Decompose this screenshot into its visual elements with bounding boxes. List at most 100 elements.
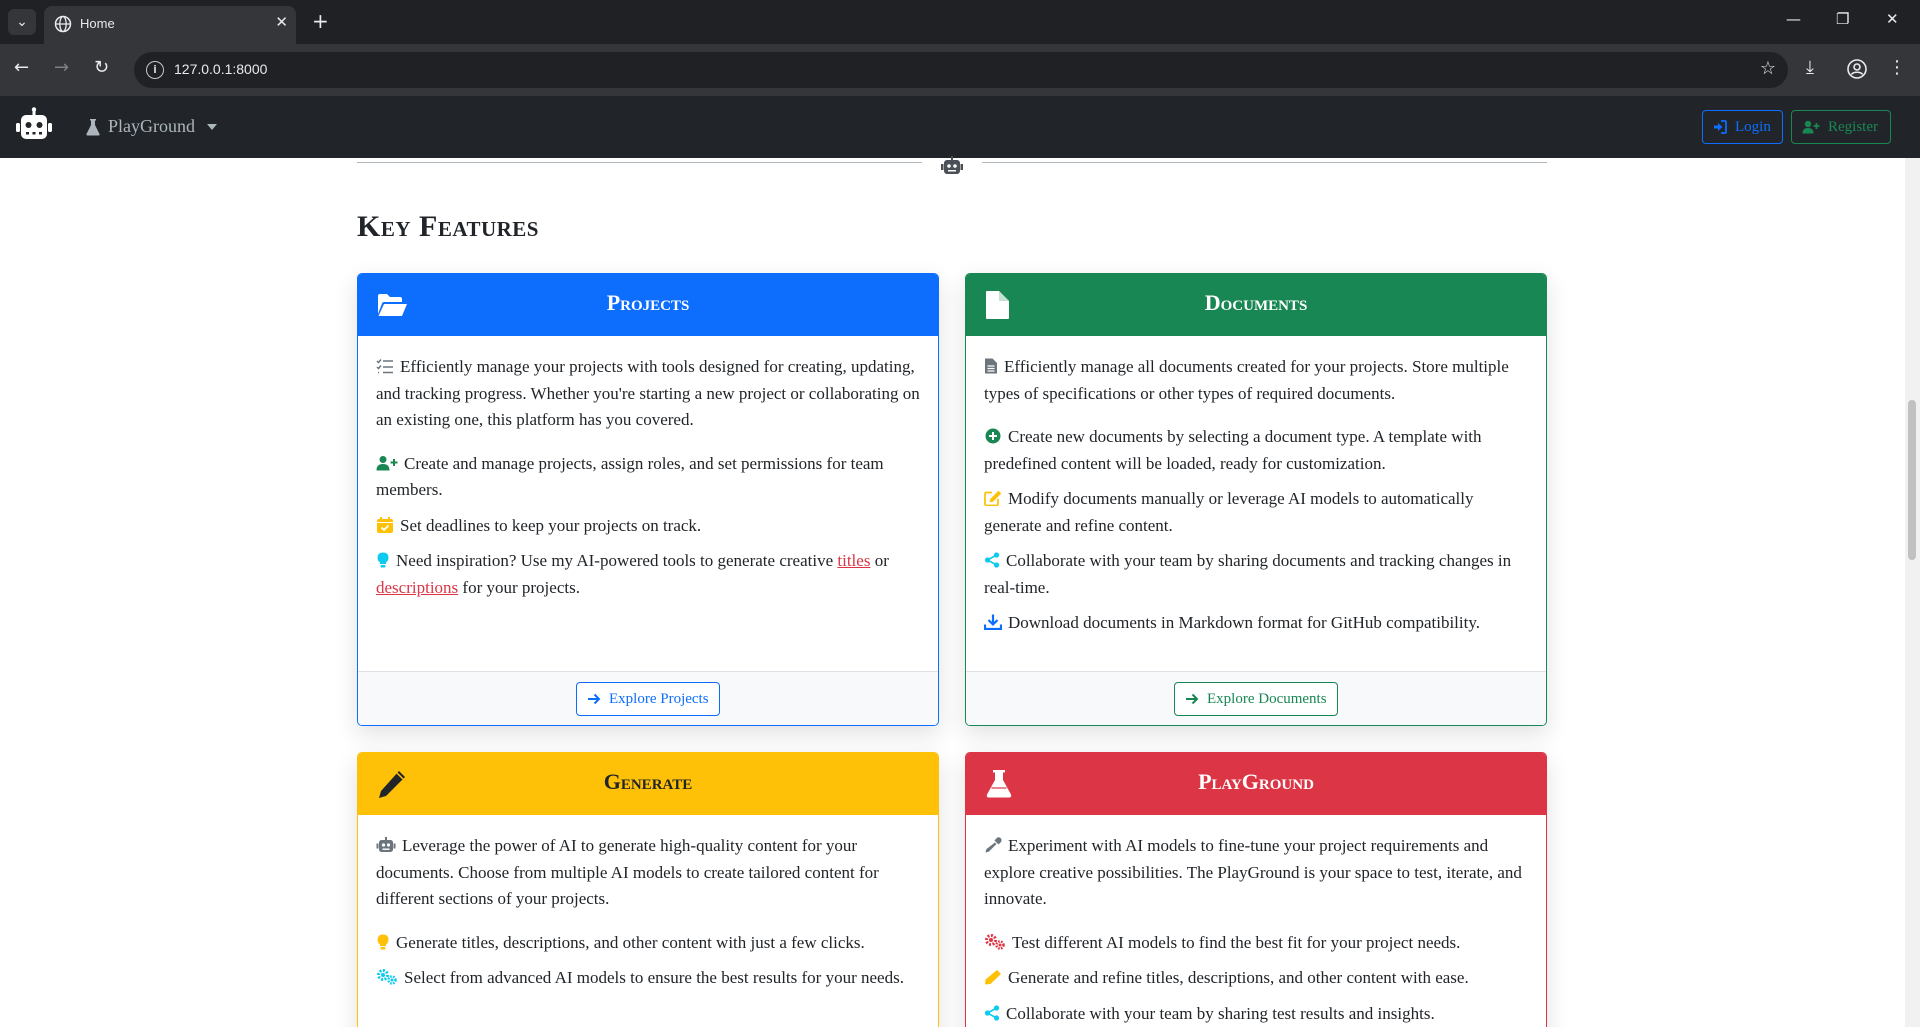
projects-item-inspiration: Need inspiration? Use my AI-powered tool… [376, 548, 920, 601]
gears-icon [985, 933, 1005, 950]
playground-card: PlayGround Experiment with AI models to … [965, 752, 1547, 1027]
arrow-right-icon [588, 693, 601, 705]
download-icon[interactable]: ⤓ [1806, 57, 1814, 78]
generate-card: Generate Leverage the power of AI to gen… [357, 752, 939, 1027]
bookmark-star-icon[interactable]: ☆ [1760, 58, 1776, 79]
window-close-button[interactable]: ✕ [1886, 10, 1899, 28]
gears-icon [377, 969, 397, 985]
pencil-icon [985, 970, 1001, 985]
projects-item-deadlines: Set deadlines to keep your projects on t… [376, 513, 920, 540]
address-bar[interactable]: i 127.0.0.1:8000 ☆ [134, 52, 1788, 88]
projects-intro: Efficiently manage your projects with to… [376, 354, 920, 434]
documents-item-modify: Modify documents manually or leverage AI… [984, 486, 1528, 539]
plus-circle-icon [985, 428, 1001, 444]
list-check-icon [376, 359, 393, 374]
documents-intro: Efficiently manage all documents created… [984, 354, 1528, 407]
file-lines-icon [985, 358, 997, 374]
restore-button[interactable]: ❐ [1836, 10, 1849, 28]
user-plus-icon [376, 455, 398, 470]
generate-item-models-text: Select from advanced AI models to ensure… [404, 968, 904, 987]
descriptions-link[interactable]: descriptions [376, 578, 458, 597]
browser-menu-icon[interactable]: ⋮ [1888, 57, 1906, 78]
playground-card-body: Experiment with AI models to fine-tune y… [966, 815, 1546, 1027]
flask-icon [86, 118, 100, 135]
projects-item-roles: Create and manage projects, assign roles… [376, 451, 920, 504]
playground-card-header: PlayGround [966, 753, 1546, 815]
login-button[interactable]: Login [1702, 110, 1783, 144]
sign-in-icon [1714, 120, 1727, 134]
generate-item-titles-text: Generate titles, descriptions, and other… [396, 932, 865, 952]
projects-item-inspiration-mid: or [870, 551, 889, 570]
forward-arrow-icon[interactable]: → [54, 57, 69, 78]
playground-dropdown[interactable]: PlayGround [86, 116, 217, 137]
documents-item-download-text: Download documents in Markdown format fo… [1008, 613, 1480, 632]
section-divider-right [982, 162, 1547, 163]
documents-item-collaborate-text: Collaborate with your team by sharing do… [984, 551, 1512, 597]
lightbulb-icon [377, 934, 389, 949]
explore-documents-label: Explore Documents [1207, 690, 1327, 707]
browser-tab[interactable]: Home ✕ [44, 6, 296, 44]
projects-item-roles-text: Create and manage projects, assign roles… [376, 453, 884, 500]
key-features-heading: Key Features [357, 210, 539, 243]
titles-link[interactable]: titles [837, 551, 870, 570]
browser-toolbar: ← → ↻ i 127.0.0.1:8000 ☆ ⤓ ⋮ [0, 44, 1920, 96]
arrow-right-icon [1186, 693, 1199, 705]
playground-intro: Experiment with AI models to fine-tune y… [984, 833, 1528, 913]
documents-item-collaborate: Collaborate with your team by sharing do… [984, 548, 1528, 601]
documents-card-body: Efficiently manage all documents created… [966, 336, 1546, 637]
minimize-button[interactable]: — [1786, 10, 1801, 28]
tab-close-icon[interactable]: ✕ [275, 13, 288, 31]
new-tab-button[interactable]: + [312, 9, 329, 33]
caret-down-icon [207, 123, 217, 130]
lightbulb-icon [377, 552, 389, 568]
explore-projects-button[interactable]: Explore Projects [576, 682, 720, 716]
section-divider-left [357, 162, 922, 163]
documents-intro-text: Efficiently manage all documents created… [984, 357, 1509, 403]
robot-icon [376, 837, 396, 852]
eye-dropper-icon [985, 837, 1002, 853]
playground-intro-text: Experiment with AI models to fine-tune y… [984, 836, 1522, 908]
tab-search-button[interactable]: ⌄ [8, 9, 36, 35]
register-button[interactable]: Register [1791, 110, 1891, 144]
projects-item-inspiration-pre: Need inspiration? Use my AI-powered tool… [396, 551, 838, 570]
projects-card-title: Projects [606, 290, 690, 315]
documents-card-title: Documents [1204, 290, 1308, 315]
reload-icon[interactable]: ↻ [94, 57, 109, 78]
url-text[interactable]: 127.0.0.1:8000 [174, 61, 267, 77]
projects-card-footer: Explore Projects [358, 671, 938, 725]
projects-item-inspiration-post: for your projects. [458, 577, 580, 597]
documents-item-create-text: Create new documents by selecting a docu… [984, 427, 1482, 473]
documents-card-header: Documents [966, 274, 1546, 336]
projects-intro-text: Efficiently manage your projects with to… [376, 357, 920, 429]
projects-item-deadlines-text: Set deadlines to keep your projects on t… [400, 515, 702, 535]
playground-card-title: PlayGround [1198, 769, 1314, 794]
back-arrow-icon[interactable]: ← [14, 57, 29, 78]
documents-card: Documents Efficiently manage all documen… [965, 273, 1547, 726]
login-label: Login [1735, 118, 1771, 135]
generate-card-header: Generate [358, 753, 938, 815]
projects-card-body: Efficiently manage your projects with to… [358, 336, 938, 601]
profile-icon[interactable] [1846, 58, 1868, 80]
documents-item-download: Download documents in Markdown format fo… [984, 610, 1528, 637]
app-navbar: PlayGround Login Register [0, 96, 1920, 158]
page-scrollbar-track[interactable] [1905, 158, 1920, 1027]
generate-card-title: Generate [603, 769, 693, 794]
generate-intro: Leverage the power of AI to generate hig… [376, 833, 920, 913]
documents-item-modify-text: Modify documents manually or leverage AI… [984, 489, 1474, 535]
robot-logo-icon[interactable] [14, 106, 54, 146]
browser-tab-bar: ⌄ Home ✕ + — ❐ ✕ [0, 0, 1920, 44]
user-plus-icon [1802, 120, 1820, 134]
explore-documents-button[interactable]: Explore Documents [1174, 682, 1338, 716]
projects-card: Projects Efficiently manage your project… [357, 273, 939, 726]
site-info-icon[interactable]: i [146, 61, 164, 79]
tab-title: Home [80, 16, 115, 31]
projects-card-header: Projects [358, 274, 938, 336]
page-scrollbar-thumb[interactable] [1908, 400, 1916, 560]
playground-item-test: Test different AI models to find the bes… [984, 930, 1528, 957]
robot-divider-icon [941, 156, 963, 174]
download-icon [984, 614, 1002, 630]
generate-item-titles: Generate titles, descriptions, and other… [376, 930, 920, 957]
playground-item-generate-text: Generate and refine titles, descriptions… [1008, 968, 1469, 987]
register-label: Register [1828, 118, 1878, 135]
playground-item-collaborate: Collaborate with your team by sharing te… [984, 1001, 1528, 1027]
